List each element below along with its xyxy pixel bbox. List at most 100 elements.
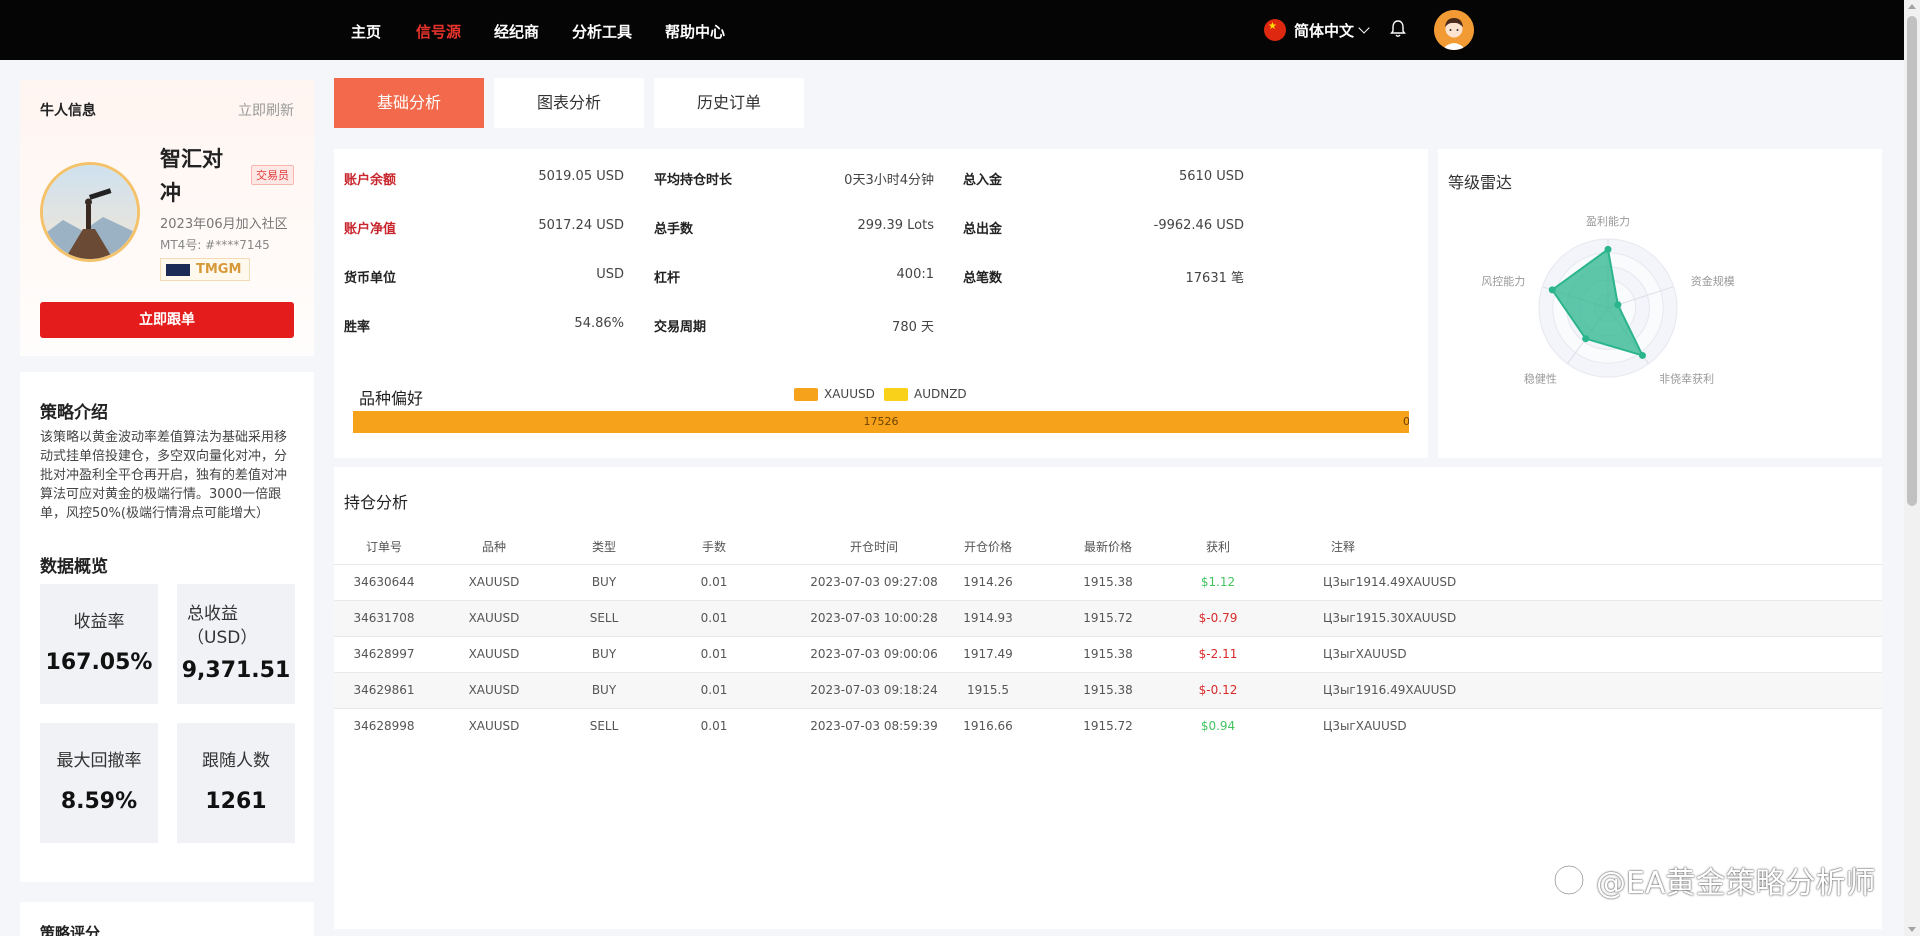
stat-value: 167.05% (45, 650, 153, 675)
stat-total-lots-value: 299.39 Lots (857, 218, 934, 233)
col-header-symbol: 品种 (481, 540, 506, 554)
cell-type: BUY (591, 647, 617, 661)
stat-leverage-value: 400:1 (896, 267, 934, 282)
cell-profit: $-0.79 (1198, 611, 1238, 625)
nav-home[interactable]: 主页 (351, 21, 381, 42)
preference-segment-audnzd[interactable]: 0 (1403, 411, 1409, 433)
overview-title: 数据概览 (40, 557, 108, 577)
stat-balance-value: 5019.05 USD (538, 169, 624, 184)
rating-title: 策略评分 (40, 924, 101, 936)
legend-audnzd[interactable]: AUDNZD (884, 387, 967, 401)
stat-leverage-label: 杠杆 (654, 271, 681, 286)
cell-last-price: 1915.38 (1083, 683, 1133, 697)
stat-value: 8.59% (60, 789, 138, 814)
stat-label: 跟随人数 (202, 751, 270, 771)
cell-profit: $-0.12 (1198, 683, 1238, 697)
radar-card: 等级雷达 盈利能力 资金规模 非侥幸获利 稳健性 风控能力 (1438, 149, 1882, 458)
chevron-down-icon (1358, 21, 1370, 34)
cell-open-time: 2023-07-03 10:00:28 (810, 611, 938, 625)
cell-order: 34631708 (353, 611, 415, 625)
cell-symbol: XAUUSD (468, 575, 520, 589)
preference-segment-xauusd[interactable]: 17526 (353, 411, 1409, 433)
cell-open-time: 2023-07-03 09:27:08 (810, 575, 938, 589)
table-row[interactable]: 34631708 XAUUSD SELL 0.01 2023-07-03 10:00:2… (334, 600, 1882, 636)
cell-order: 34628998 (353, 719, 415, 733)
table-row[interactable]: 34629861 XAUUSD BUY 0.01 2023-07-03 09:18:24… (334, 672, 1882, 708)
nav-analysis-tools[interactable]: 分析工具 (572, 21, 632, 42)
radar-point (1604, 245, 1612, 253)
stat-currency-value: USD (596, 267, 624, 282)
table-row[interactable]: 34628998 XAUUSD SELL 0.01 2023-07-03 08:59:3… (334, 708, 1882, 744)
broker-name: TMGM (196, 262, 242, 277)
col-header-last-price: 最新价格 (1083, 540, 1132, 554)
tab-history-orders[interactable]: 历史订单 (654, 78, 804, 128)
stat-equity-label: 账户净值 (344, 222, 397, 237)
rating-card: 策略评分 (20, 902, 314, 936)
cell-comment: Ц3ыгXAUUSD (1323, 719, 1407, 733)
cell-last-price: 1915.72 (1083, 719, 1133, 733)
nav-brokers[interactable]: 经纪商 (494, 21, 539, 42)
cell-order: 34628997 (353, 647, 415, 661)
scroll-up-arrow-icon[interactable] (1908, 4, 1916, 9)
page-scrollbar[interactable] (1904, 0, 1920, 936)
legend-xauusd[interactable]: XAUUSD (794, 387, 875, 401)
refresh-link[interactable]: 立即刷新 (238, 100, 294, 120)
stat-withdraw-label: 总出金 (963, 222, 1003, 237)
nav-signals[interactable]: 信号源 (416, 21, 461, 42)
stat-label: 总收益（USD） (187, 604, 258, 648)
cell-lots: 0.01 (700, 647, 728, 661)
bell-icon[interactable] (1390, 20, 1406, 38)
stat-withdraw-value: -9962.46 USD (1153, 218, 1244, 233)
stat-trades-value: 17631 笔 (1185, 271, 1245, 286)
user-avatar[interactable] (1434, 10, 1474, 50)
tab-chart-analysis[interactable]: 图表分析 (494, 78, 644, 128)
tmgm-logo-icon (166, 263, 190, 276)
watermark: @EA黄金策略分析师 (1552, 858, 1875, 902)
cell-symbol: XAUUSD (468, 611, 520, 625)
user-avatar-image (1434, 10, 1474, 50)
cell-open-time: 2023-07-03 09:18:24 (810, 683, 938, 697)
trader-badge: 交易员 (251, 165, 294, 185)
radar-point (1582, 335, 1590, 343)
stat-trades-label: 总笔数 (963, 271, 1003, 286)
col-header-order: 订单号 (365, 540, 402, 554)
language-selector[interactable]: 简体中文 (1264, 18, 1370, 42)
cell-last-price: 1915.72 (1083, 611, 1133, 625)
strategy-description: 该策略以黄金波动率差值算法为基础采用移动式挂单倍投建仓，多空双向量化对冲，分批对… (40, 430, 288, 521)
trader-avatar (40, 162, 140, 262)
stat-total-lots-label: 总手数 (654, 222, 694, 237)
stat-total-profit: 总收益（USD） 9,371.51 (177, 584, 295, 704)
cell-lots: 0.01 (700, 719, 728, 733)
col-header-open-time: 开仓时间 (849, 540, 898, 554)
preference-title: 品种偏好 (359, 389, 424, 408)
nav-help-center[interactable]: 帮助中心 (665, 21, 725, 42)
scroll-thumb[interactable] (1907, 16, 1917, 506)
stat-currency-label: 货币单位 (344, 271, 397, 286)
cell-last-price: 1915.38 (1083, 575, 1133, 589)
cell-open-time: 2023-07-03 09:00:06 (810, 647, 938, 661)
col-header-type: 类型 (591, 540, 616, 554)
scroll-down-arrow-icon[interactable] (1908, 927, 1916, 932)
join-date: 2023年06月加入社区 (160, 217, 288, 232)
cell-type: BUY (591, 575, 617, 589)
stat-avg-hold-value: 0天3小时4分钟 (844, 173, 934, 188)
mt4-account: MT4号: #****7145 (160, 238, 270, 252)
follow-button[interactable]: 立即跟单 (40, 302, 294, 338)
cell-symbol: XAUUSD (468, 683, 520, 697)
stat-period-value: 780 天 (892, 320, 934, 335)
cell-profit: $-2.11 (1198, 647, 1238, 661)
tab-basic-analysis[interactable]: 基础分析 (334, 78, 484, 128)
stat-avg-hold-label: 平均持仓时长 (654, 173, 733, 188)
broker-badge[interactable]: TMGM (160, 258, 251, 281)
radar-axis-label: 非侥幸获利 (1659, 371, 1714, 385)
legend-label: AUDNZD (914, 387, 967, 401)
table-row[interactable]: 34628997 XAUUSD BUY 0.01 2023-07-03 09:00:06… (334, 636, 1882, 672)
radar-point (1638, 351, 1646, 359)
cell-lots: 0.01 (700, 575, 728, 589)
cell-comment: Ц3ыг1916.49XAUUSD (1323, 683, 1457, 697)
stat-winrate-label: 胜率 (344, 320, 371, 335)
watermark-text: @EA黄金策略分析师 (1596, 866, 1876, 901)
cell-profit: $0.94 (1200, 719, 1236, 733)
table-row[interactable]: 34630644 XAUUSD BUY 0.01 2023-07-03 09:27:08… (334, 564, 1882, 600)
stat-value: 1261 (205, 789, 267, 814)
